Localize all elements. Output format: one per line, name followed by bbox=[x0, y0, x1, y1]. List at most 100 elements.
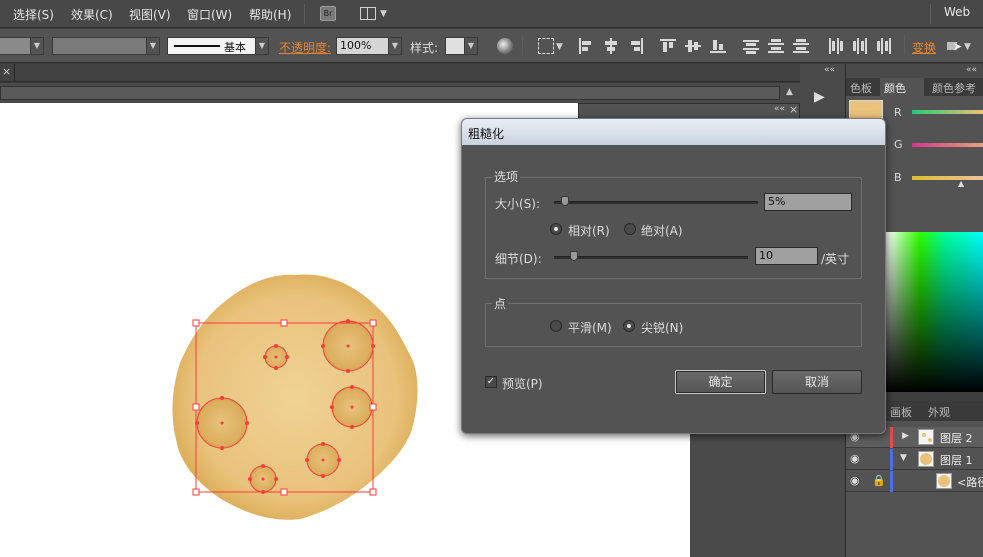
eye-icon[interactable]: ◉ bbox=[850, 452, 860, 465]
chevron-down-icon: ▼ bbox=[30, 38, 43, 54]
opacity-value: 100% bbox=[340, 39, 372, 52]
absolute-radio[interactable] bbox=[624, 223, 636, 235]
channel-r-slider[interactable] bbox=[912, 110, 983, 114]
detail-slider-track[interactable] bbox=[554, 256, 748, 259]
ok-button[interactable]: 确定 bbox=[675, 370, 766, 394]
size-slider-track[interactable] bbox=[554, 201, 758, 204]
menu-divider bbox=[930, 4, 931, 24]
control-bar: ▼ ▼ 基本 ▼ 不透明度: 100% ▼ 样式: ▼ ▼ 变换 ➤ ▼ bbox=[0, 29, 983, 63]
corner-radio[interactable] bbox=[623, 320, 635, 332]
eye-icon[interactable]: ◉ bbox=[850, 474, 860, 487]
dialog-title[interactable]: 粗糙化 bbox=[462, 119, 885, 145]
align-bottom-icon[interactable] bbox=[710, 38, 726, 54]
align-to-selection-icon[interactable] bbox=[538, 38, 554, 54]
opacity-dropdown[interactable]: 100% ▼ bbox=[336, 37, 402, 55]
smooth-radio[interactable] bbox=[550, 320, 562, 332]
chevron-down-icon[interactable]: ▼ bbox=[964, 42, 971, 52]
workspace-switcher[interactable]: Web bbox=[944, 5, 970, 19]
collapse-arrow-icon[interactable]: ▼ bbox=[900, 453, 907, 463]
collapse-icon[interactable]: «« bbox=[774, 104, 785, 114]
scroll-up-icon[interactable]: ▲ bbox=[786, 87, 793, 97]
collapse-icon[interactable]: «« bbox=[966, 65, 977, 75]
options-group-title: 选项 bbox=[492, 168, 521, 185]
chevron-down-icon: ▼ bbox=[255, 38, 268, 54]
expand-icon[interactable]: «« bbox=[824, 65, 835, 75]
scrollbar-track[interactable] bbox=[0, 86, 780, 100]
tab-artboards[interactable]: 画板 bbox=[890, 404, 912, 420]
tab-divider bbox=[14, 64, 15, 82]
bridge-button[interactable]: Br bbox=[320, 6, 336, 21]
align-top-icon[interactable] bbox=[660, 38, 676, 54]
tab-color-label: 颜色 bbox=[884, 82, 906, 95]
points-group-title: 点 bbox=[492, 295, 509, 312]
chevron-down-icon: ▼ bbox=[388, 38, 401, 54]
cancel-button[interactable]: 取消 bbox=[772, 370, 862, 394]
layer-thumbnail bbox=[936, 473, 952, 489]
chevron-down-icon: ▼ bbox=[146, 38, 159, 54]
align-vertical-center-icon[interactable] bbox=[685, 38, 701, 54]
layer-row[interactable]: ◉ 🔒 <路径> bbox=[846, 471, 983, 492]
align-horizontal-center-icon[interactable] bbox=[603, 38, 619, 54]
relative-radio[interactable] bbox=[550, 223, 562, 235]
lock-icon[interactable]: 🔒 bbox=[872, 474, 886, 487]
size-slider-thumb[interactable] bbox=[561, 196, 570, 206]
isolate-selection-icon[interactable]: ➤ bbox=[946, 38, 962, 54]
distribute-vertical-center-icon[interactable] bbox=[768, 38, 784, 54]
menu-help[interactable]: 帮助(H) bbox=[249, 6, 291, 23]
arrange-documents-icon[interactable] bbox=[360, 7, 376, 20]
floating-panel-header: «« × bbox=[578, 103, 800, 119]
align-left-icon[interactable] bbox=[578, 38, 594, 54]
corner-label: 尖锐(N) bbox=[641, 321, 684, 335]
smooth-label: 平滑(M) bbox=[568, 321, 612, 335]
layer-row[interactable]: ◉ ▼ 图层 1 bbox=[846, 449, 983, 470]
distribute-bottom-icon[interactable] bbox=[793, 38, 809, 54]
layer-name: 图层 1 bbox=[940, 454, 973, 467]
channel-g-slider[interactable] bbox=[912, 143, 983, 147]
align-right-icon[interactable] bbox=[628, 38, 644, 54]
cookie-shape[interactable] bbox=[172, 274, 418, 520]
channel-b-slider[interactable] bbox=[912, 176, 983, 180]
size-label: 大小(S): bbox=[495, 197, 541, 211]
chevron-down-icon[interactable]: ▼ bbox=[380, 9, 387, 19]
menu-effect[interactable]: 效果(C) bbox=[71, 6, 113, 23]
close-icon[interactable]: × bbox=[789, 103, 798, 116]
transform-link[interactable]: 变换 bbox=[912, 39, 936, 56]
channel-r-label: R bbox=[894, 106, 902, 119]
graphic-style-dropdown[interactable]: ▼ bbox=[445, 37, 478, 55]
detail-unit: /英寸 bbox=[821, 252, 850, 266]
layer-name: 图层 2 bbox=[940, 432, 973, 445]
stroke-profile-label: 基本 bbox=[224, 41, 246, 54]
size-input[interactable]: 5% bbox=[764, 193, 852, 211]
recolor-artwork-icon[interactable] bbox=[497, 38, 513, 54]
channel-g-label: G bbox=[894, 138, 903, 151]
opacity-label[interactable]: 不透明度: bbox=[279, 39, 331, 56]
roughen-dialog: 粗糙化 选项 大小(S): 5% 相对(R) 绝对(A) 细节(D): 10 /… bbox=[461, 118, 886, 434]
distribute-top-icon[interactable] bbox=[743, 38, 759, 54]
distribute-left-icon[interactable] bbox=[827, 38, 843, 54]
color-spectrum[interactable] bbox=[886, 232, 983, 392]
channel-b-label: B bbox=[894, 171, 902, 184]
preview-checkbox[interactable]: ✓ bbox=[485, 376, 497, 388]
tab-color-guide[interactable]: 颜色参考 bbox=[932, 80, 976, 96]
layers-panel-tabs: 画板 外观 bbox=[886, 401, 983, 421]
menu-view[interactable]: 视图(V) bbox=[129, 6, 171, 23]
chevron-down-icon[interactable]: ▼ bbox=[556, 42, 563, 52]
play-icon[interactable]: ▶ bbox=[814, 89, 825, 105]
expand-arrow-icon[interactable]: ▶ bbox=[902, 431, 909, 441]
distribute-horizontal-center-icon[interactable] bbox=[852, 38, 868, 54]
slider-thumb-icon[interactable]: ▲ bbox=[958, 179, 964, 188]
detail-input[interactable]: 10 bbox=[755, 247, 818, 265]
tab-swatches[interactable]: 色板 bbox=[850, 80, 872, 96]
menu-select[interactable]: 选择(S) bbox=[13, 6, 54, 23]
fill-dropdown[interactable]: ▼ bbox=[0, 37, 44, 55]
layer-thumbnail bbox=[918, 451, 934, 467]
tab-appearance[interactable]: 外观 bbox=[928, 404, 950, 420]
distribute-right-icon[interactable] bbox=[877, 38, 893, 54]
layer-color-bar bbox=[890, 427, 893, 448]
stroke-profile-dropdown[interactable]: 基本 ▼ bbox=[167, 37, 269, 55]
menu-window[interactable]: 窗口(W) bbox=[187, 6, 232, 23]
horizontal-ruler-bar: ▲ bbox=[0, 83, 800, 103]
close-tab-icon[interactable]: × bbox=[2, 65, 11, 78]
tab-color-active[interactable]: 颜色 bbox=[880, 78, 924, 96]
stroke-weight-dropdown[interactable]: ▼ bbox=[52, 37, 160, 55]
